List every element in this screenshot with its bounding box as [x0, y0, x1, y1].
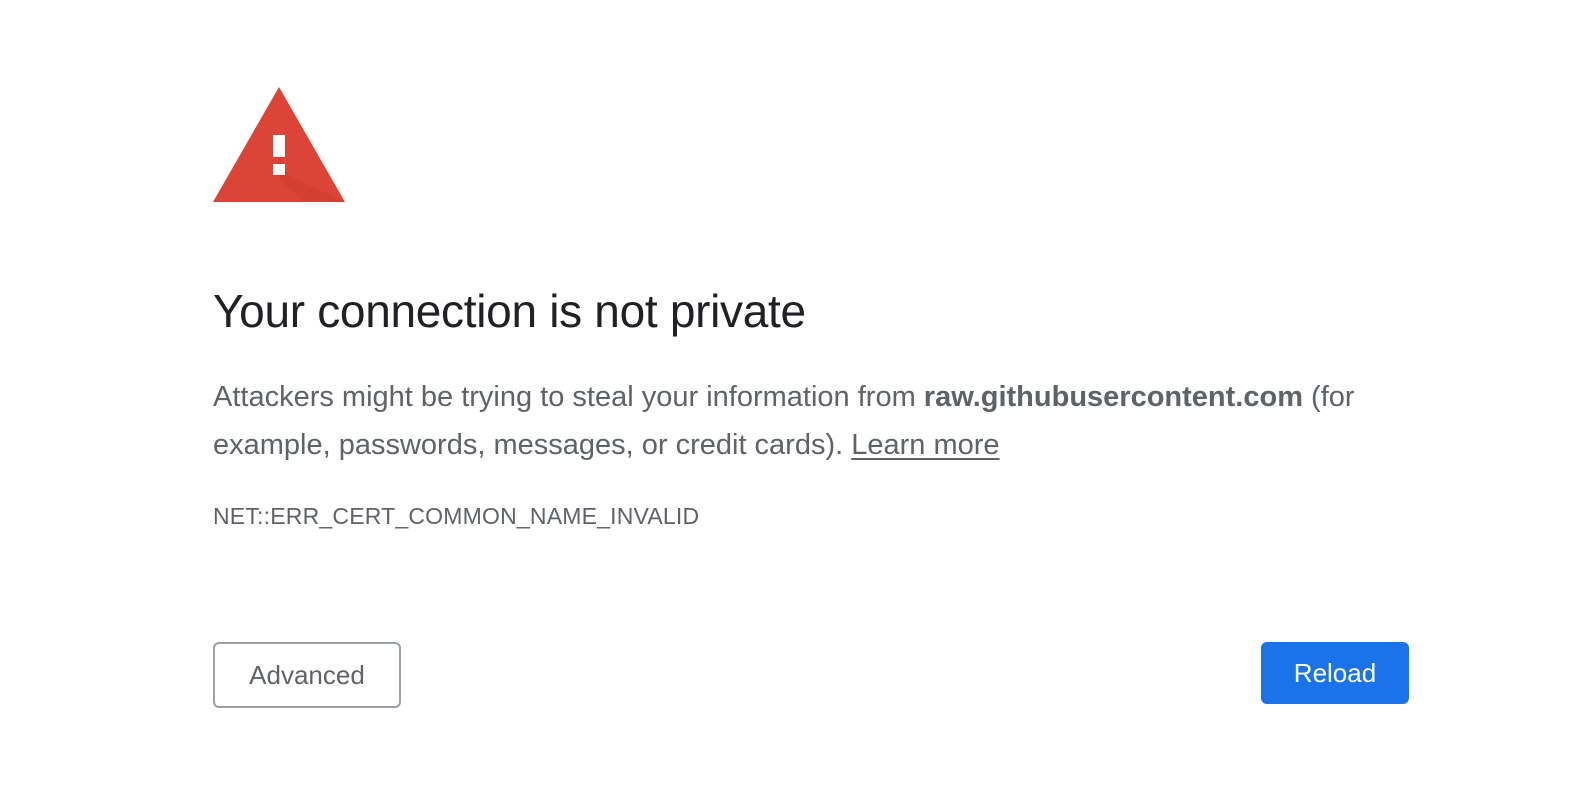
hostname: raw.githubusercontent.com [923, 381, 1303, 413]
reload-button[interactable]: Reload [1261, 642, 1409, 704]
warning-triangle-icon [213, 87, 345, 202]
advanced-button[interactable]: Advanced [213, 642, 401, 708]
error-code: NET::ERR_CERT_COMMON_NAME_INVALID [213, 503, 700, 529]
explanation-prefix: Attackers might be trying to steal your … [213, 381, 924, 413]
learn-more-link[interactable]: Learn more [851, 429, 999, 461]
explanation-text: Attackers might be trying to steal your … [213, 373, 1413, 469]
page-title: Your connection is not private [213, 285, 806, 337]
